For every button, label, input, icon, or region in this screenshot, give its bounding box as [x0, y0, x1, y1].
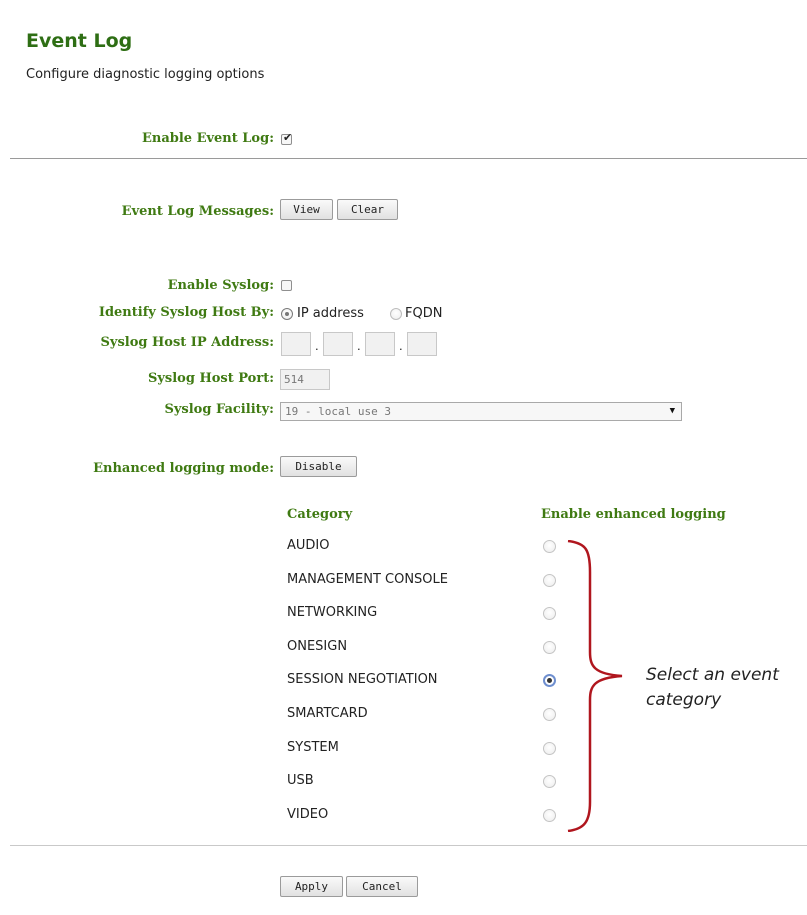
category-label: MANAGEMENT CONSOLE: [287, 572, 448, 587]
dropdown-arrow-icon: ▼: [669, 406, 675, 416]
category-label: SESSION NEGOTIATION: [287, 672, 438, 687]
ip-address-radio-label: IP address: [297, 306, 364, 321]
syslog-ip-label: Syslog Host IP Address:: [100, 335, 275, 350]
category-radio[interactable]: [543, 540, 556, 553]
category-radio[interactable]: [543, 574, 556, 587]
category-label: AUDIO: [287, 538, 330, 553]
category-radio[interactable]: [543, 641, 556, 654]
category-label: ONESIGN: [287, 639, 348, 654]
syslog-facility-label: Syslog Facility:: [164, 402, 274, 417]
category-radio[interactable]: [543, 708, 556, 721]
ip-separator: .: [399, 338, 403, 353]
enable-syslog-checkbox[interactable]: [281, 280, 292, 291]
category-label: USB: [287, 773, 314, 788]
divider: [10, 158, 807, 159]
ip-octet-3-input[interactable]: [365, 332, 395, 356]
enable-syslog-label: Enable Syslog:: [167, 278, 274, 293]
syslog-port-label: Syslog Host Port:: [147, 371, 274, 386]
callout-bracket: [567, 540, 623, 832]
category-label: VIDEO: [287, 807, 329, 822]
clear-button[interactable]: Clear: [337, 199, 398, 220]
callout-text: Select an event category: [646, 663, 779, 713]
syslog-facility-select[interactable]: 19 - local use 3 ▼: [280, 402, 682, 421]
category-radio[interactable]: [543, 607, 556, 620]
ip-separator: .: [357, 338, 361, 353]
apply-button[interactable]: Apply: [280, 876, 343, 897]
syslog-facility-value: 19 - local use 3: [285, 405, 391, 418]
enable-event-log-label: Enable Event Log:: [141, 131, 274, 146]
page-title: Event Log: [26, 30, 133, 52]
fqdn-radio[interactable]: [390, 308, 402, 320]
page-subtitle: Configure diagnostic logging options: [26, 67, 265, 82]
identify-host-label: Identify Syslog Host By:: [98, 305, 274, 320]
enable-logging-column-header: Enable enhanced logging: [541, 507, 726, 522]
category-label: SYSTEM: [287, 740, 339, 755]
enable-event-log-checkbox[interactable]: ✔: [281, 131, 293, 145]
syslog-port-input[interactable]: 514: [280, 369, 330, 390]
category-radio[interactable]: [543, 742, 556, 755]
checkmark-icon: ✔: [283, 131, 293, 144]
enhanced-logging-label: Enhanced logging mode:: [93, 461, 274, 476]
ip-octet-1-input[interactable]: [281, 332, 311, 356]
ip-separator: .: [315, 338, 319, 353]
ip-octet-2-input[interactable]: [323, 332, 353, 356]
cancel-button[interactable]: Cancel: [346, 876, 418, 897]
category-label: SMARTCARD: [287, 706, 368, 721]
callout-line-2: category: [646, 690, 722, 710]
disable-enhanced-logging-button[interactable]: Disable: [280, 456, 357, 477]
fqdn-radio-label: FQDN: [405, 306, 443, 321]
category-radio[interactable]: [543, 674, 556, 687]
category-radio[interactable]: [543, 809, 556, 822]
event-log-messages-label: Event Log Messages:: [121, 204, 274, 219]
category-label: NETWORKING: [287, 605, 378, 620]
ip-address-radio[interactable]: [281, 308, 293, 320]
ip-octet-4-input[interactable]: [407, 332, 437, 356]
category-column-header: Category: [287, 507, 353, 522]
category-radio[interactable]: [543, 775, 556, 788]
divider: [10, 845, 807, 846]
view-button[interactable]: View: [280, 199, 333, 220]
callout-line-1: Select an event: [646, 665, 779, 685]
